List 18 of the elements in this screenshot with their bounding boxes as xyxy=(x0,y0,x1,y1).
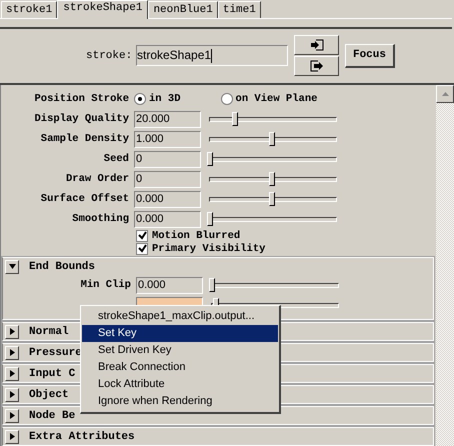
section-title: Node Be xyxy=(29,410,76,422)
section-title: Pressure xyxy=(29,346,82,358)
field-label: stroke: xyxy=(86,50,130,62)
attribute-label: Draw Order xyxy=(64,173,130,185)
attribute-label: Display Quality xyxy=(33,113,130,125)
attribute-label: Seed xyxy=(102,153,130,165)
section-title: Normal xyxy=(29,326,69,338)
section-title: Extra Attributes xyxy=(29,430,135,442)
checkbox-label: Motion Blurred xyxy=(152,230,240,242)
section-title: Object xyxy=(29,388,69,400)
attribute-label: Min Clip xyxy=(80,279,132,291)
attribute-label: Position Stroke xyxy=(33,93,130,105)
attribute-label: Smoothing xyxy=(71,213,130,225)
section-title: End Bounds xyxy=(29,260,96,272)
checkbox-label: Primary Visibility xyxy=(152,242,266,254)
attribute-label: Surface Offset xyxy=(40,193,130,205)
section-title: Input C xyxy=(29,368,76,380)
attribute-label: Sample Density xyxy=(40,133,130,145)
